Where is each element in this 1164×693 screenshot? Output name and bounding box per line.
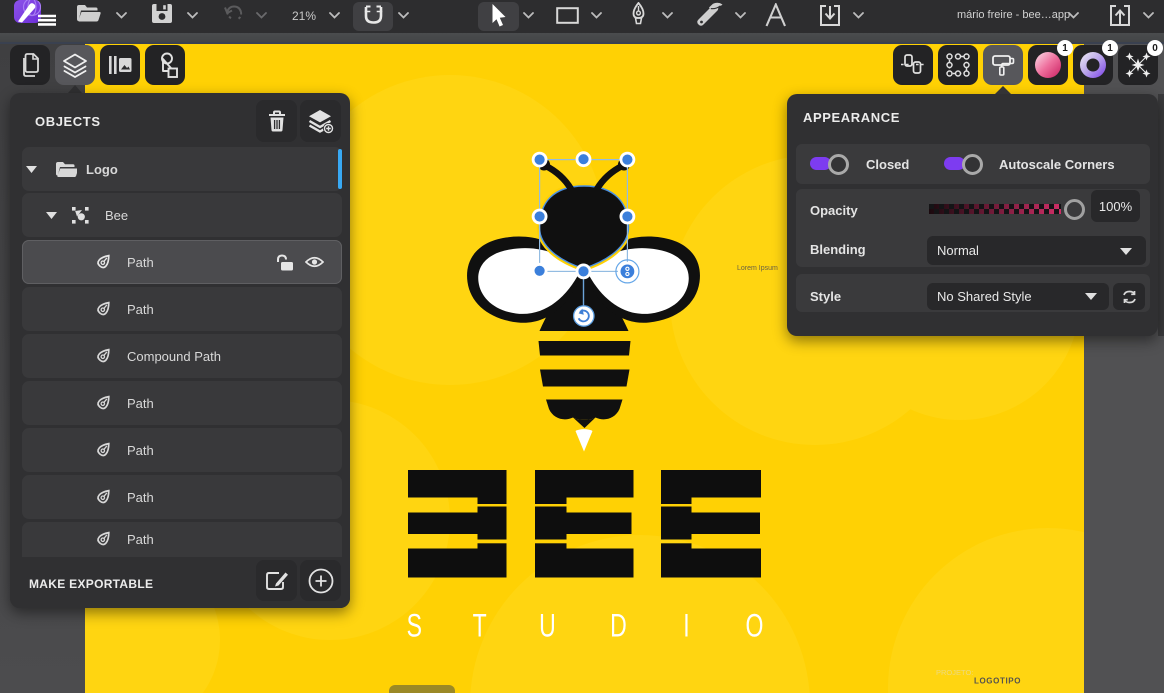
svg-text:O: O [746,608,764,644]
svg-text:LOGOTIPO: LOGOTIPO [974,677,1021,686]
svg-text:T: T [473,608,487,644]
svg-text:U: U [539,608,556,644]
svg-text:PROJETO:: PROJETO: [936,668,973,677]
svg-text:D: D [610,608,627,644]
svg-text:Lorem Ipsum: Lorem Ipsum [737,265,778,272]
svg-text:S: S [407,608,422,644]
svg-text:I: I [683,608,689,644]
